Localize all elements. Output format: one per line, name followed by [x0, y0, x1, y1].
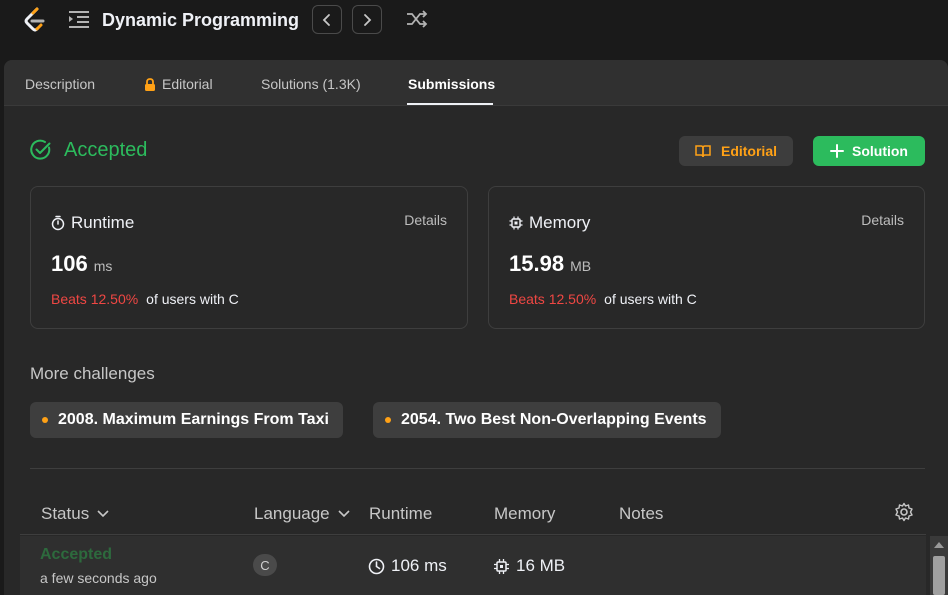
language-header-label: Language — [254, 504, 330, 523]
runtime-number: 106 — [51, 251, 88, 276]
chevron-down-icon — [97, 510, 109, 518]
scrollbar-thumb[interactable] — [933, 556, 945, 595]
table-header-divider — [20, 534, 926, 535]
chevron-left-icon — [322, 13, 330, 26]
memory-beats: Beats 12.50% of users with C — [509, 291, 697, 307]
runtime-card[interactable]: Runtime Details 106 ms Beats 12.50% of u… — [30, 186, 468, 329]
chevron-down-icon — [338, 510, 350, 518]
memory-card[interactable]: Memory Details 15.98 MB Beats 12.50% of … — [488, 186, 925, 329]
check-circle-icon — [30, 139, 51, 160]
status-header-label: Status — [41, 504, 90, 523]
next-problem-button[interactable] — [352, 5, 382, 34]
scroll-up-icon[interactable] — [934, 542, 944, 548]
memory-beats-suffix: of users with C — [604, 291, 697, 307]
difficulty-dot-icon — [42, 417, 48, 423]
stopwatch-icon — [51, 215, 65, 231]
problem-list-icon[interactable] — [68, 9, 90, 29]
memory-title-label: Memory — [529, 213, 591, 232]
difficulty-dot-icon — [385, 417, 391, 423]
section-divider — [30, 468, 925, 469]
memory-details-link[interactable]: Details — [861, 212, 904, 228]
runtime-value: 106 ms — [51, 251, 112, 277]
challenge-label: 2008. Maximum Earnings From Taxi — [58, 411, 329, 428]
memory-number: 15.98 — [509, 251, 565, 276]
table-scrollbar[interactable] — [930, 536, 948, 595]
editorial-button[interactable]: Editorial — [679, 136, 793, 166]
gear-icon[interactable] — [894, 502, 914, 522]
runtime-card-title: Runtime — [51, 213, 134, 233]
challenge-chip[interactable]: 2008. Maximum Earnings From Taxi — [30, 402, 343, 438]
lock-icon — [145, 77, 155, 91]
memory-value: 15.98 MB — [509, 251, 591, 277]
memory-card-title: Memory — [509, 213, 590, 233]
plus-icon — [830, 144, 844, 158]
tab-solutions[interactable]: Solutions (1.3K) — [261, 75, 361, 93]
runtime-beats-suffix: of users with C — [146, 291, 239, 307]
chip-icon — [509, 216, 523, 230]
submission-result: Accepted — [30, 138, 147, 162]
row-status[interactable]: Accepted — [40, 546, 112, 564]
memory-beats-percent: Beats 12.50% — [509, 291, 597, 307]
submission-panel: Description Editorial Solutions (1.3K) S… — [4, 60, 948, 595]
runtime-title-label: Runtime — [71, 213, 135, 232]
status-column-header[interactable]: Status — [41, 504, 109, 524]
prev-problem-button[interactable] — [312, 5, 342, 34]
table-row[interactable]: Accepted a few seconds ago C 106 ms 16 M… — [20, 536, 926, 595]
shuffle-icon[interactable] — [404, 8, 430, 30]
tab-submissions[interactable]: Submissions — [408, 75, 495, 93]
row-timestamp: a few seconds ago — [40, 570, 157, 586]
book-icon — [695, 145, 711, 158]
tab-description[interactable]: Description — [25, 75, 95, 93]
leetcode-logo-icon[interactable] — [22, 6, 48, 34]
top-bar: Dynamic Programming — [0, 0, 948, 50]
solution-button-label: Solution — [852, 143, 908, 159]
more-challenges-heading: More challenges — [30, 364, 155, 383]
language-column-header[interactable]: Language — [254, 504, 350, 524]
active-tab-indicator — [407, 103, 493, 105]
result-status: Accepted — [64, 139, 148, 161]
problem-list-title[interactable]: Dynamic Programming — [102, 9, 299, 31]
chip-icon — [494, 558, 509, 574]
memory-unit: MB — [570, 258, 592, 274]
runtime-beats: Beats 12.50% of users with C — [51, 291, 239, 307]
runtime-details-link[interactable]: Details — [404, 212, 447, 228]
runtime-column-header: Runtime — [369, 504, 433, 523]
tab-solutions-label: Solutions (1.3K) — [261, 76, 361, 92]
tab-submissions-label: Submissions — [408, 76, 496, 92]
row-memory-value: 16 MB — [516, 556, 566, 575]
editorial-button-label: Editorial — [720, 143, 777, 159]
runtime-beats-percent: Beats 12.50% — [51, 291, 139, 307]
tab-bar: Description Editorial Solutions (1.3K) S… — [4, 60, 948, 106]
tab-editorial[interactable]: Editorial — [144, 75, 213, 93]
row-memory: 16 MB — [493, 556, 565, 576]
row-runtime: 106 ms — [368, 556, 447, 576]
post-solution-button[interactable]: Solution — [813, 136, 925, 166]
row-runtime-value: 106 ms — [391, 556, 447, 575]
tab-description-label: Description — [25, 76, 96, 92]
runtime-unit: ms — [93, 258, 113, 274]
tab-editorial-label: Editorial — [162, 76, 213, 92]
language-badge: C — [253, 554, 277, 576]
notes-column-header: Notes — [619, 504, 664, 523]
challenge-chip[interactable]: 2054. Two Best Non-Overlapping Events — [373, 402, 721, 438]
memory-column-header: Memory — [494, 504, 556, 523]
clock-icon — [368, 558, 385, 574]
chevron-right-icon — [364, 13, 372, 26]
challenge-label: 2054. Two Best Non-Overlapping Events — [401, 411, 707, 428]
